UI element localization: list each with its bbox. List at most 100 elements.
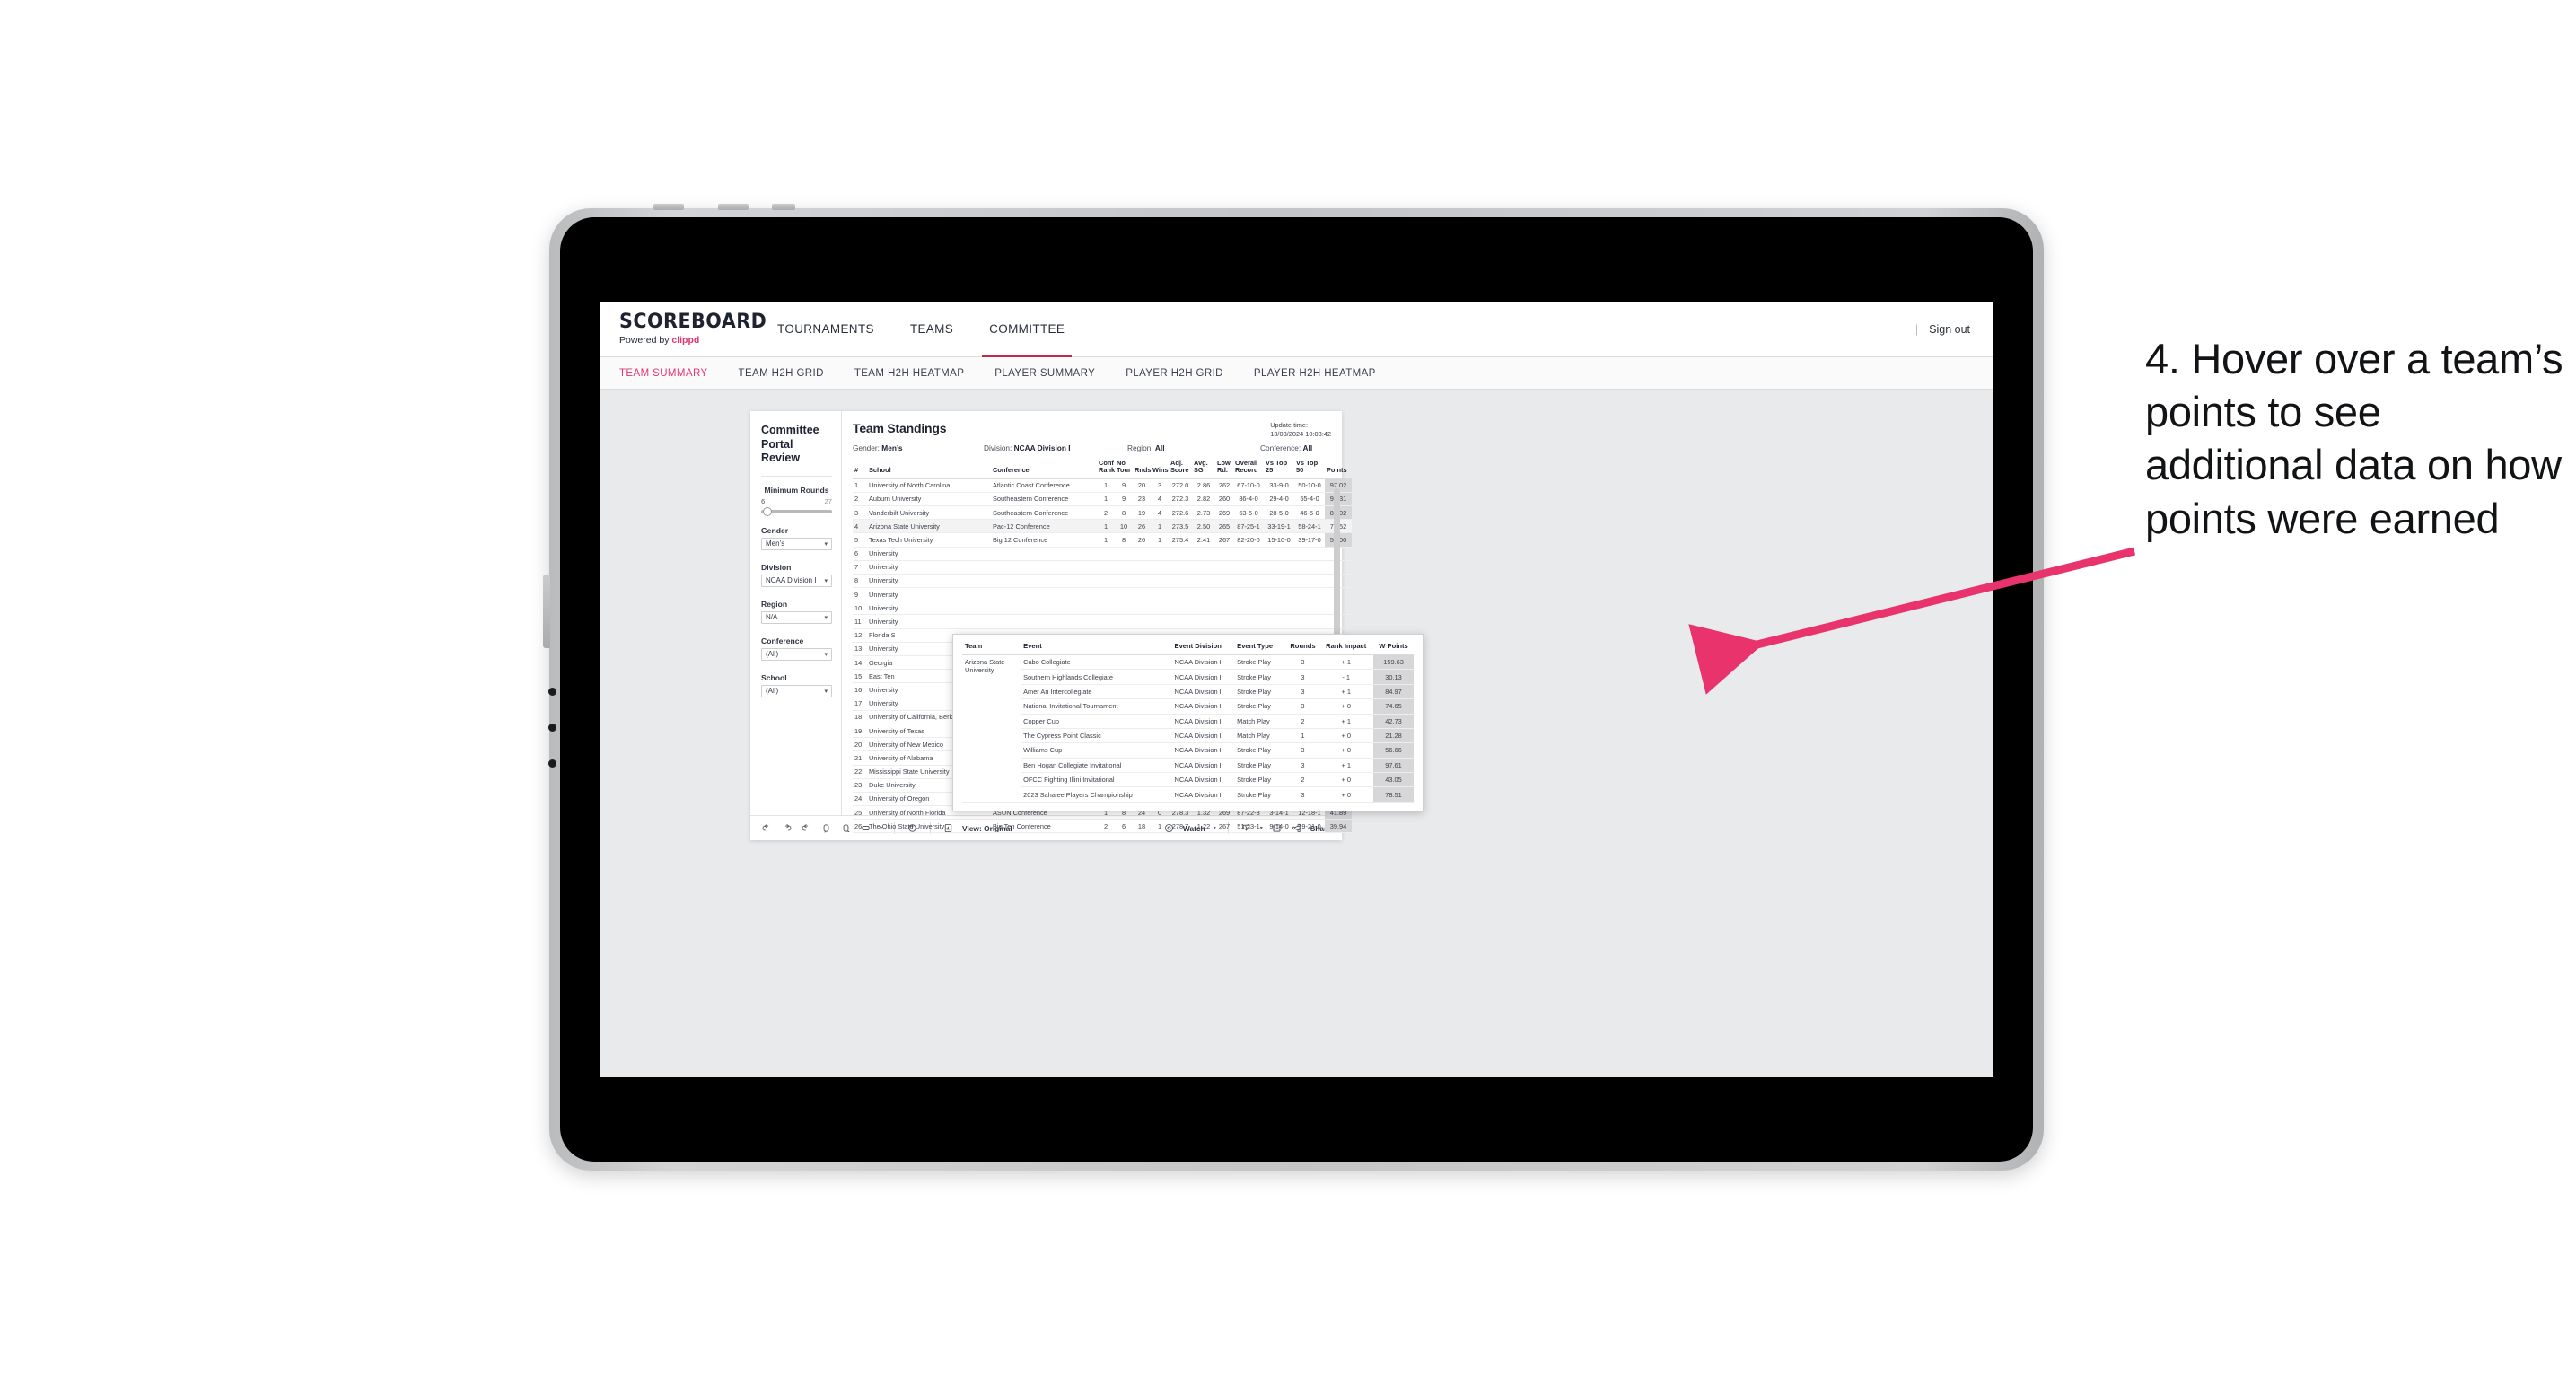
standings-pane: Team Standings Update time: 13/03/2024 1…: [842, 411, 1424, 834]
cell-rank: 11: [853, 614, 867, 629]
tt-col-team: Team: [962, 642, 1021, 655]
cell-rnds: 20: [1133, 478, 1151, 493]
cell-adj_score: 272.6: [1169, 505, 1192, 521]
app-header: SCOREBOARD Powered by clippd TOURNAMENTS…: [600, 302, 1993, 357]
cell-vs50: [1294, 547, 1325, 561]
conference-select[interactable]: (All) ▾: [761, 647, 832, 661]
tt-cell-rounds: 3: [1286, 742, 1319, 759]
table-row[interactable]: 3 Vanderbilt University Southeastern Confe…: [853, 505, 1352, 521]
tt-cell-event: National Invitational Tournament: [1021, 698, 1172, 715]
tt-cell-rounds: 1: [1286, 728, 1319, 744]
cell-rnds: [1133, 547, 1151, 561]
col-school[interactable]: School: [867, 460, 991, 479]
tooltip-team-name: Arizona State University: [962, 654, 1021, 803]
cell-vs50: [1294, 587, 1325, 602]
cell-overall: 82-20-0: [1233, 532, 1264, 548]
volume-down-button[interactable]: [772, 204, 795, 210]
sign-out-link[interactable]: Sign out: [1929, 323, 1970, 336]
col-vs-top-25[interactable]: Vs Top 25: [1264, 459, 1294, 479]
cell-vs25: 28-5-0: [1264, 505, 1294, 521]
app-logo[interactable]: SCOREBOARD Powered by clippd: [600, 312, 767, 346]
side-button[interactable]: [543, 575, 550, 648]
tab-player-summary[interactable]: PLAYER SUMMARY: [994, 368, 1095, 379]
col-conference[interactable]: Conference: [991, 460, 1097, 479]
tooltip-row: OFCC Fighting Illini Invitational NCAA Di…: [962, 772, 1414, 788]
tooltip-row: Williams Cup NCAA Division I Stroke Play 3 +…: [962, 742, 1414, 759]
table-row[interactable]: 11 University: [853, 614, 1352, 629]
minimum-rounds-slider[interactable]: [761, 506, 832, 516]
tooltip-row: National Invitational Tournament NCAA Div…: [962, 698, 1414, 715]
table-scrollbar[interactable]: [1334, 488, 1340, 643]
refresh-icon[interactable]: [820, 822, 832, 834]
cell-conf_rank: 2: [1097, 505, 1115, 521]
col-vs-top-50[interactable]: Vs Top 50: [1294, 459, 1325, 479]
cell-points[interactable]: 39.94: [1325, 819, 1352, 834]
school-select[interactable]: (All) ▾: [761, 684, 832, 697]
col-adj-score[interactable]: Adj. Score: [1169, 459, 1192, 479]
table-row[interactable]: 2 Auburn University Southeastern Conferenc…: [853, 492, 1352, 506]
tt-cell-impact: + 1: [1319, 654, 1374, 671]
cell-no_tour: [1115, 614, 1133, 629]
cell-conference: [991, 560, 1097, 575]
division-select[interactable]: NCAA Division I ▾: [761, 574, 832, 587]
table-row[interactable]: 4 Arizona State University Pac-12 Conferen…: [853, 519, 1352, 534]
table-row[interactable]: 1 University of North Carolina Atlantic Co…: [853, 478, 1352, 493]
cell-school: The Ohio State University: [867, 819, 991, 834]
power-button[interactable]: [653, 204, 684, 210]
undo-icon[interactable]: [761, 822, 773, 834]
tt-cell-division: NCAA Division I: [1171, 698, 1235, 715]
cell-conf_rank: [1097, 601, 1115, 616]
cell-rank: 16: [853, 682, 867, 697]
slider-handle[interactable]: [763, 506, 772, 516]
chevron-down-icon: ▾: [824, 651, 828, 658]
redo-icon[interactable]: [781, 822, 793, 834]
tab-player-h2h-heatmap[interactable]: PLAYER H2H HEATMAP: [1254, 368, 1376, 379]
volume-up-button[interactable]: [718, 204, 749, 210]
table-row[interactable]: 7 University: [853, 560, 1352, 575]
col-points[interactable]: Points: [1325, 460, 1352, 479]
tab-team-summary[interactable]: TEAM SUMMARY: [619, 368, 708, 379]
pause-auto-update-icon[interactable]: [840, 822, 852, 834]
region-select[interactable]: N/A ▾: [761, 610, 832, 624]
col-overall-record[interactable]: Overall Record: [1233, 459, 1264, 479]
col-no-tour[interactable]: No Tour: [1115, 459, 1133, 479]
col-conf-rank[interactable]: Conf Rank: [1097, 459, 1115, 479]
tab-team-h2h-grid[interactable]: TEAM H2H GRID: [739, 368, 824, 379]
table-row[interactable]: 9 University: [853, 587, 1352, 602]
cell-overall: [1233, 574, 1264, 589]
cell-wins: [1151, 601, 1169, 616]
region-label: Region: [761, 599, 788, 609]
nav-item-tournaments[interactable]: TOURNAMENTS: [759, 302, 892, 357]
col-rank[interactable]: #: [853, 460, 867, 479]
cell-conference: Southeastern Conference: [991, 492, 1097, 506]
table-row[interactable]: 5 Texas Tech University Big 12 Conference 1…: [853, 532, 1352, 548]
cell-avg_sg: [1192, 560, 1215, 575]
col-wins[interactable]: Wins: [1151, 460, 1169, 479]
chevron-down-icon: ▾: [824, 688, 828, 695]
table-row[interactable]: 10 University: [853, 601, 1352, 616]
tt-cell-division: NCAA Division I: [1171, 669, 1235, 685]
cell-low_rd: 269: [1215, 505, 1233, 521]
tt-cell-wpoints: 42.73: [1373, 714, 1414, 729]
gender-select[interactable]: Men’s ▾: [761, 537, 832, 550]
cell-overall: 67-10-0: [1233, 478, 1264, 493]
conference-filter: Conference (All) ▾: [761, 636, 832, 661]
tab-team-h2h-heatmap[interactable]: TEAM H2H HEATMAP: [854, 368, 964, 379]
nav-item-teams[interactable]: TEAMS: [892, 302, 971, 357]
col-low-rd[interactable]: Low Rd.: [1215, 459, 1233, 479]
cell-conf_rank: [1097, 560, 1115, 575]
table-row[interactable]: 26 The Ohio State University Big Ten Confe…: [853, 819, 1352, 834]
col-rnds[interactable]: Rnds: [1133, 460, 1151, 479]
cell-rank: 6: [853, 547, 867, 561]
table-row[interactable]: 6 University: [853, 547, 1352, 561]
table-row[interactable]: 8 University: [853, 574, 1352, 589]
nav-item-committee[interactable]: COMMITTEE: [971, 302, 1082, 357]
filter-gender-label: Gender:: [853, 443, 880, 452]
cell-low_rd: [1215, 560, 1233, 575]
col-avg-sg[interactable]: Avg. SG: [1192, 459, 1215, 479]
tt-cell-impact: + 1: [1319, 684, 1374, 700]
cell-rank: 5: [853, 532, 867, 548]
cell-low_rd: 267: [1215, 532, 1233, 548]
revert-icon[interactable]: [801, 822, 812, 834]
tab-player-h2h-grid[interactable]: PLAYER H2H GRID: [1126, 368, 1223, 379]
